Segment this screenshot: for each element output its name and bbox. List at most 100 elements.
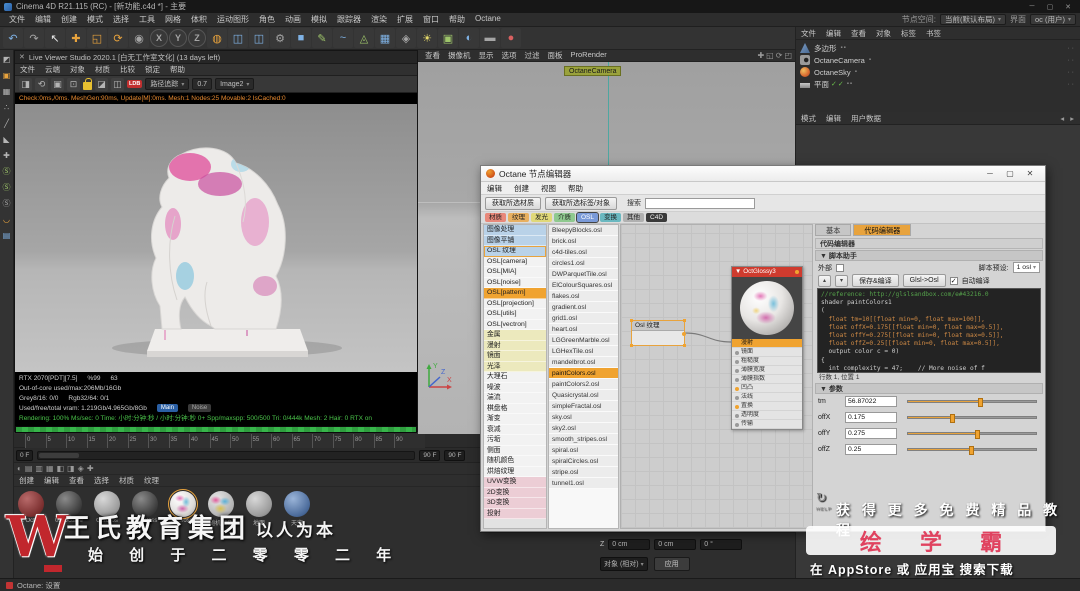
viewport-rotate-icon[interactable]: ⟳ [776, 51, 783, 60]
rotate-tool-icon[interactable]: ⟳ [108, 28, 128, 48]
osl-file-item[interactable]: BleepyBlocks.osl [549, 225, 618, 236]
collapse-icon[interactable]: ▼ [735, 267, 741, 277]
workplane-icon[interactable]: ▤ [1, 229, 13, 241]
viewport-solo-single-icon[interactable]: Ⓢ [1, 181, 13, 193]
menu-item[interactable]: 运动图形 [212, 14, 254, 25]
viewport-menu-item[interactable]: 查看 [421, 50, 444, 61]
osl-file-item[interactable]: paintColors2.osl [549, 379, 618, 390]
render-picture-viewer-icon[interactable]: ◫ [249, 28, 269, 48]
osl-file-item[interactable]: LGHexTile.osl [549, 346, 618, 357]
texture-mode-icon[interactable]: ▦ [1, 85, 13, 97]
coordinate-system-icon[interactable]: ◍ [207, 28, 227, 48]
make-editable-icon[interactable]: ◩ [1, 53, 13, 65]
material-panel-icon[interactable]: ✚ [87, 464, 94, 473]
search-input[interactable] [644, 197, 755, 209]
close-icon[interactable]: ✕ [19, 53, 25, 61]
menu-item[interactable]: 网格 [160, 14, 186, 25]
material-thumbnail[interactable]: 地面 [244, 491, 274, 527]
material-sphere[interactable] [56, 491, 82, 517]
object-tags[interactable]: ▪▪ [847, 81, 853, 87]
material-sphere[interactable] [246, 491, 272, 517]
material-ball-icon[interactable]: ● [501, 28, 521, 48]
object-menu-item[interactable]: 文件 [796, 28, 821, 39]
volume-icon[interactable]: ▦ [375, 28, 395, 48]
node-output-port[interactable] [795, 270, 799, 274]
osl-texture-node[interactable]: Osl 纹理 [630, 319, 686, 347]
object-menu-item[interactable]: 书签 [921, 28, 946, 39]
render-settings-icon[interactable]: ⚙ [270, 28, 290, 48]
param-value-field[interactable]: 0.175 [845, 412, 897, 423]
visibility-dots[interactable]: ·· [1067, 81, 1076, 88]
viewport-menu-item[interactable]: 面板 [544, 50, 567, 61]
material-menu-item[interactable]: 查看 [64, 475, 89, 486]
viewport-menu-item[interactable]: 摄像机 [444, 50, 475, 61]
material-thumbnail[interactable]: 02 Octane [54, 491, 84, 527]
params-header[interactable]: ▼ 参数 [815, 383, 1043, 394]
glossy-input-row[interactable]: 漫射 [732, 339, 802, 348]
attribute-menu-item[interactable]: 编辑 [821, 113, 846, 124]
param-value-field[interactable]: 0.25 [845, 444, 897, 455]
osl-file-item[interactable]: DWParquetTile.osl [549, 269, 618, 280]
object-row[interactable]: 平面 ✓✓ ▪▪ ·· [796, 78, 1080, 90]
mograph-icon[interactable]: ◬ [354, 28, 374, 48]
object-menu-item[interactable]: 编辑 [821, 28, 846, 39]
material-panel-icon[interactable]: ▥ [35, 464, 43, 473]
object-menu-item[interactable]: 查看 [846, 28, 871, 39]
glossy-input-row[interactable]: 置换 [732, 402, 802, 411]
live-viewer-menu-item[interactable]: 材质 [90, 64, 115, 75]
position-field[interactable]: 0 cm [608, 539, 651, 550]
last-tool-icon[interactable]: ◉ [129, 28, 149, 48]
camera-icon[interactable]: ▣ [438, 28, 458, 48]
current-frame-field[interactable]: 0 F [16, 449, 34, 461]
visibility-dots[interactable]: ·· [1067, 57, 1076, 64]
osl-file-item[interactable]: spiralCircles.osl [549, 456, 618, 467]
material-sphere[interactable] [168, 489, 198, 519]
menu-item[interactable]: 文件 [4, 14, 30, 25]
material-sphere[interactable] [94, 491, 120, 517]
node-type-item[interactable]: OSL 纹理 [484, 246, 546, 257]
viewport-zoom-icon[interactable]: ◱ [766, 51, 774, 60]
menu-item[interactable]: 渲染 [366, 14, 392, 25]
node-input-port[interactable] [734, 368, 739, 373]
exposure-field[interactable]: 0.7 [192, 78, 213, 90]
camera-label[interactable]: OctaneCamera [564, 66, 622, 76]
material-panel-icon[interactable]: ◧ [57, 464, 65, 473]
osl-file-item[interactable]: circles1.osl [549, 258, 618, 269]
object-enabled-checks[interactable]: ✓✓ [831, 80, 845, 88]
category-chip[interactable]: 其他 [623, 213, 645, 222]
interface-dropdown[interactable]: oc (用户) ▾ [1029, 14, 1076, 25]
node-input-port[interactable] [734, 377, 739, 382]
menu-item[interactable]: 模拟 [306, 14, 332, 25]
glossy-input-row[interactable]: 透明度 [732, 411, 802, 420]
get-selected-tag-button[interactable]: 获取所选标签/对象 [545, 196, 617, 210]
glossy-input-row[interactable]: 传输 [732, 420, 802, 429]
script-helper-header[interactable]: ▼ 脚本助手 [815, 250, 1043, 261]
category-chip[interactable]: 纹理 [508, 213, 529, 222]
edges-mode-icon[interactable]: ╱ [1, 117, 13, 129]
node-type-item[interactable]: 镜面 [484, 351, 546, 362]
glossy-input-row[interactable]: 薄膜指数 [732, 375, 802, 384]
osl-file-item[interactable]: heart.osl [549, 324, 618, 335]
material-thumbnail[interactable]: 02 Octane [16, 491, 46, 527]
viewport-menu-item[interactable]: 显示 [475, 50, 498, 61]
osl-file-item[interactable]: paintColors.osl [549, 368, 618, 379]
material-thumbnail[interactable]: OctGlos [92, 491, 122, 527]
region-render-icon[interactable]: ⊡ [67, 77, 80, 91]
material-sphere[interactable] [18, 491, 44, 517]
osl-file-item[interactable]: LGGreenMarble.osl [549, 335, 618, 346]
timeline-range-slider[interactable] [37, 450, 416, 460]
osl-file-item[interactable]: grid1.osl [549, 313, 618, 324]
osl-file-item[interactable]: c4d-tiles.osl [549, 247, 618, 258]
menu-item[interactable]: 扩展 [392, 14, 418, 25]
live-viewer-menu-item[interactable]: 帮助 [165, 64, 190, 75]
environment-icon[interactable]: ◐ [459, 28, 479, 48]
simulation-icon[interactable]: ◈ [396, 28, 416, 48]
node-input-port[interactable] [734, 386, 739, 391]
node-type-item[interactable]: 棋盘格 [484, 403, 546, 414]
polygons-mode-icon[interactable]: ◣ [1, 133, 13, 145]
save-compile-button[interactable]: 保存&编译 [852, 274, 899, 287]
menu-item[interactable]: 跟踪器 [332, 14, 366, 25]
material-panel-icon[interactable]: ▤ [25, 464, 33, 473]
node-input-port[interactable] [734, 422, 739, 427]
focus-render-icon[interactable]: ▣ [51, 77, 64, 91]
